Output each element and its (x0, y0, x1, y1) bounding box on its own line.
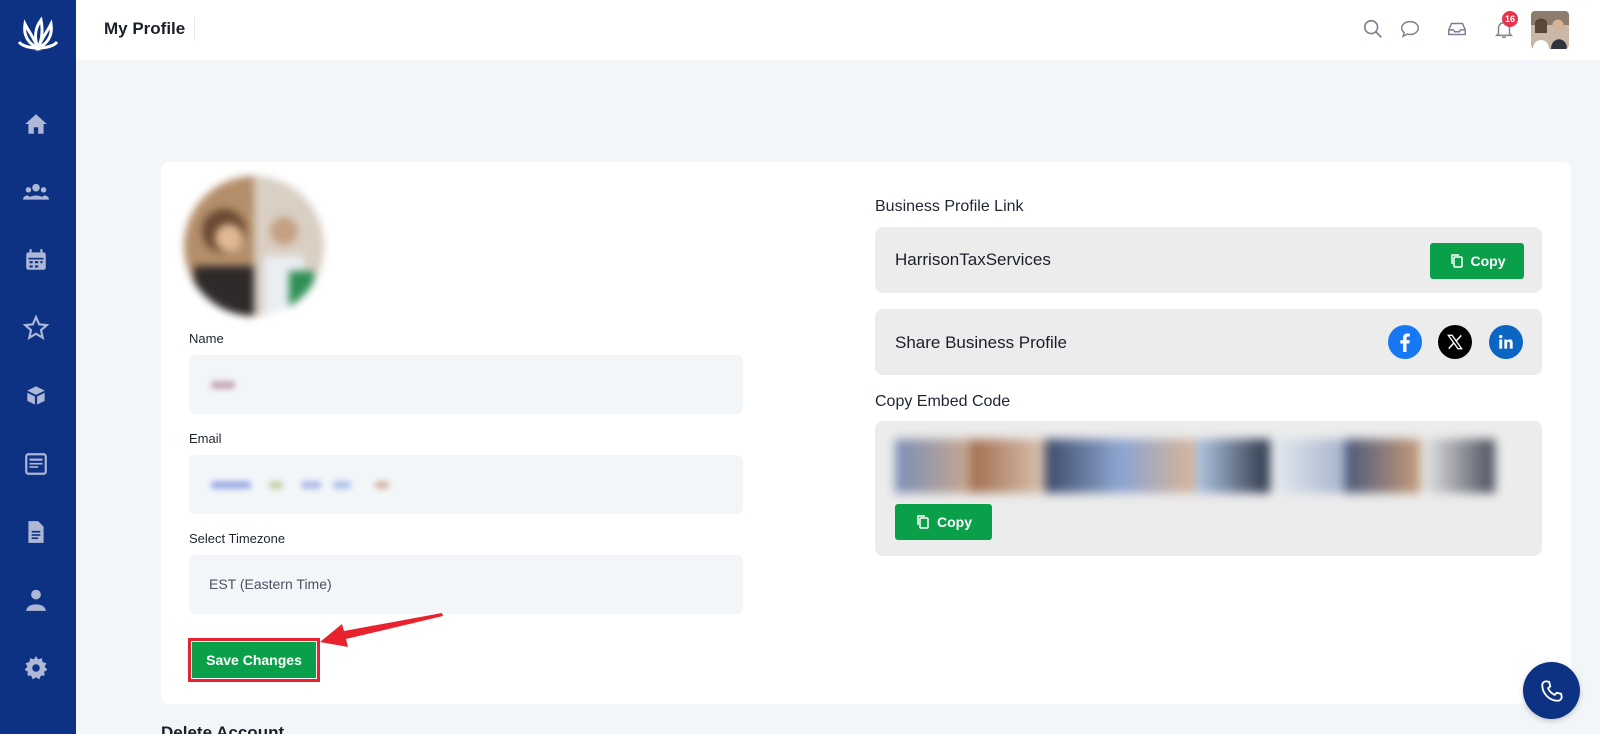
inbox-icon (1448, 22, 1466, 36)
business-link-title: Business Profile Link (875, 198, 1024, 215)
sidebar-item-favorites[interactable] (22, 314, 50, 342)
copy-link-label: Copy (1470, 253, 1506, 269)
share-profile-label: Share Business Profile (895, 333, 1067, 352)
copy-embed-label: Copy (937, 514, 972, 530)
sidebar-item-documents[interactable] (22, 518, 50, 546)
sidebar-item-users[interactable] (22, 178, 50, 206)
embed-code-redacted (895, 439, 1495, 493)
chat-bubble-icon (1401, 20, 1419, 38)
call-button[interactable] (1523, 662, 1580, 719)
home-icon (25, 114, 47, 134)
user-avatar[interactable] (1531, 11, 1569, 49)
timezone-select[interactable]: EST (Eastern Time) (189, 555, 743, 614)
sidebar-item-calendar[interactable] (22, 246, 50, 274)
x-twitter-icon (1447, 334, 1463, 350)
users-icon (23, 183, 49, 200)
app-logo[interactable] (15, 14, 61, 56)
save-changes-button[interactable]: Save Changes (192, 642, 316, 678)
phone-icon (1540, 679, 1563, 702)
sidebar-item-settings[interactable] (22, 654, 50, 682)
calendar-icon (26, 249, 46, 270)
timezone-label: Select Timezone (189, 531, 286, 546)
sidebar-item-home[interactable] (22, 110, 50, 138)
share-profile-panel: Share Business Profile (875, 309, 1542, 375)
title-divider (194, 17, 195, 41)
facebook-share-button[interactable] (1388, 325, 1422, 359)
search-button[interactable] (1361, 17, 1385, 41)
gear-icon (24, 656, 48, 680)
newspaper-icon (25, 453, 47, 475)
notification-badge: 16 (1502, 11, 1518, 27)
sidebar-item-profile[interactable] (22, 586, 50, 614)
linkedin-share-button[interactable] (1489, 325, 1523, 359)
business-link-panel: HarrisonTaxServices Copy (875, 227, 1542, 293)
timezone-value: EST (Eastern Time) (209, 576, 332, 592)
box-icon (27, 386, 45, 405)
sidebar-item-news[interactable] (22, 450, 50, 478)
search-icon (1363, 19, 1382, 38)
star-icon (23, 315, 49, 340)
x-share-button[interactable] (1438, 325, 1472, 359)
email-label: Email (189, 431, 222, 446)
name-field[interactable] (189, 355, 743, 414)
copy-icon (917, 515, 929, 529)
delete-account-title: Delete Account (161, 723, 285, 734)
sidebar (0, 0, 76, 734)
page-title: My Profile (104, 19, 186, 38)
embed-code-title: Copy Embed Code (875, 393, 1011, 410)
copy-link-button[interactable]: Copy (1430, 243, 1524, 279)
document-icon (28, 521, 44, 543)
email-field[interactable] (189, 455, 743, 514)
copy-icon (1450, 254, 1463, 268)
embed-code-panel: Copy (875, 421, 1542, 556)
copy-embed-button[interactable]: Copy (895, 504, 992, 540)
messages-button[interactable] (1398, 17, 1422, 41)
business-link-value: HarrisonTaxServices (895, 250, 1051, 269)
email-value-redacted (209, 477, 409, 496)
linkedin-icon (1499, 334, 1513, 349)
name-label: Name (189, 331, 224, 346)
inbox-button[interactable] (1445, 17, 1469, 41)
facebook-icon (1400, 333, 1410, 352)
user-icon (26, 589, 46, 611)
sidebar-item-packages[interactable] (22, 382, 50, 410)
profile-photo[interactable] (184, 176, 324, 316)
name-value-redacted (209, 377, 239, 396)
